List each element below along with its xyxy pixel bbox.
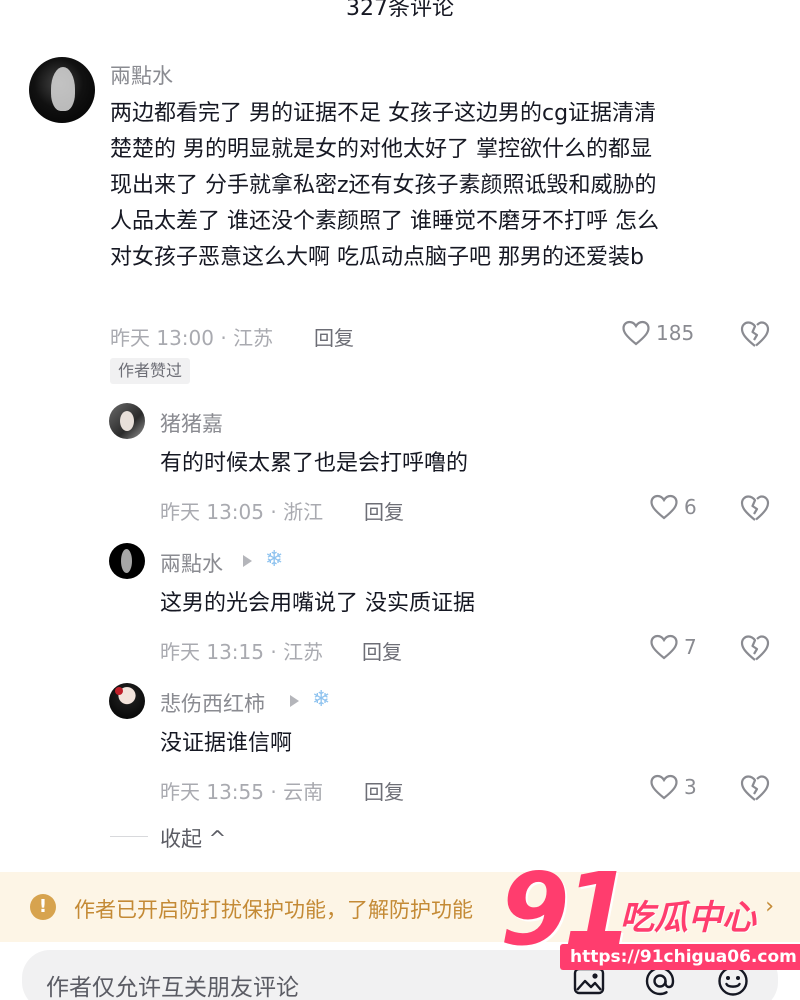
- collapse-replies-button[interactable]: 收起 ^: [160, 823, 226, 853]
- reply-text: 没证据谁信啊: [160, 731, 293, 756]
- play-arrow-icon: [243, 555, 252, 567]
- snowflake-icon: ❄: [312, 687, 331, 712]
- avatar[interactable]: [29, 57, 95, 123]
- reply-author[interactable]: 悲伤西红柿: [160, 688, 265, 718]
- heart-outline-icon: [622, 320, 650, 346]
- like-button[interactable]: 6: [650, 494, 697, 520]
- avatar[interactable]: [109, 683, 145, 719]
- reply-meta: 昨天 13:55 · 云南: [160, 780, 324, 804]
- image-icon[interactable]: [572, 964, 606, 998]
- reply-button[interactable]: 回复: [364, 496, 404, 525]
- comment-text-line: 两边都看完了 男的证据不足 女孩子这边男的cg证据清清: [110, 101, 657, 126]
- like-button[interactable]: 7: [650, 634, 697, 660]
- avatar[interactable]: [109, 543, 145, 579]
- author-liked-badge: 作者赞过: [110, 358, 191, 384]
- reply-text: 有的时候太累了也是会打呼噜的: [160, 451, 469, 476]
- avatar[interactable]: [109, 403, 145, 439]
- comment-text-line: 对女孩子恶意这么大啊 吃瓜动点脑子吧 那男的还爱装b: [110, 245, 644, 270]
- comment-text-line: 人品太差了 谁还没个素颜照了 谁睡觉不磨牙不打呼 怎么: [110, 209, 659, 234]
- reply-meta: 昨天 13:05 · 浙江: [160, 500, 324, 524]
- reply-author[interactable]: 兩點水: [160, 548, 223, 578]
- heart-outline-icon: [650, 494, 678, 520]
- warning-icon: !: [30, 894, 56, 920]
- like-button[interactable]: 185: [622, 320, 694, 346]
- notice-text: 作者已开启防打扰保护功能，了解防护功能: [74, 898, 473, 922]
- broken-heart-icon[interactable]: [740, 320, 770, 348]
- collapse-divider: [110, 836, 148, 837]
- reply-button[interactable]: 回复: [364, 776, 404, 805]
- smile-icon[interactable]: [716, 964, 750, 998]
- comments-header: 327条评论: [0, 0, 800, 28]
- heart-outline-icon: [650, 774, 678, 800]
- comment-count-title: 327条评论: [346, 0, 454, 21]
- comment-text-line: 现出来了 分手就拿私密z还有女孩子素颜照诋毁和威胁的: [110, 173, 657, 198]
- broken-heart-icon[interactable]: [740, 774, 770, 802]
- reply-meta: 昨天 13:15 · 江苏: [160, 640, 324, 664]
- comment-author[interactable]: 兩點水: [110, 60, 173, 90]
- reply-button[interactable]: 回复: [314, 322, 354, 351]
- reply-author[interactable]: 猪猪嘉: [160, 408, 223, 438]
- comment-meta: 昨天 13:00 · 江苏: [110, 326, 274, 350]
- heart-outline-icon: [650, 634, 678, 660]
- like-count: 185: [656, 321, 695, 345]
- comment-text: 两边都看完了 男的证据不足 女孩子这边男的cg证据清清 楚楚的 男的明显就是女的…: [110, 96, 659, 276]
- comment-text-line: 楚楚的 男的明显就是女的对他太好了 掌控欲什么的都显: [110, 137, 652, 162]
- play-arrow-icon: [290, 695, 299, 707]
- broken-heart-icon[interactable]: [740, 494, 770, 522]
- comment-input-placeholder[interactable]: 作者仅允许互关朋友评论: [46, 968, 299, 1000]
- protection-notice[interactable]: ! 作者已开启防打扰保护功能，了解防护功能 ›: [0, 872, 800, 942]
- like-count: 7: [684, 635, 697, 659]
- comment-input-bar[interactable]: 作者仅允许互关朋友评论: [22, 950, 778, 1000]
- broken-heart-icon[interactable]: [740, 634, 770, 662]
- chevron-right-icon: ›: [765, 894, 774, 919]
- like-button[interactable]: 3: [650, 774, 697, 800]
- reply-button[interactable]: 回复: [362, 636, 402, 665]
- at-icon[interactable]: [643, 964, 677, 998]
- reply-text: 这男的光会用嘴说了 没实质证据: [160, 591, 475, 616]
- snowflake-icon: ❄: [265, 547, 284, 572]
- like-count: 3: [684, 775, 697, 799]
- like-count: 6: [684, 495, 697, 519]
